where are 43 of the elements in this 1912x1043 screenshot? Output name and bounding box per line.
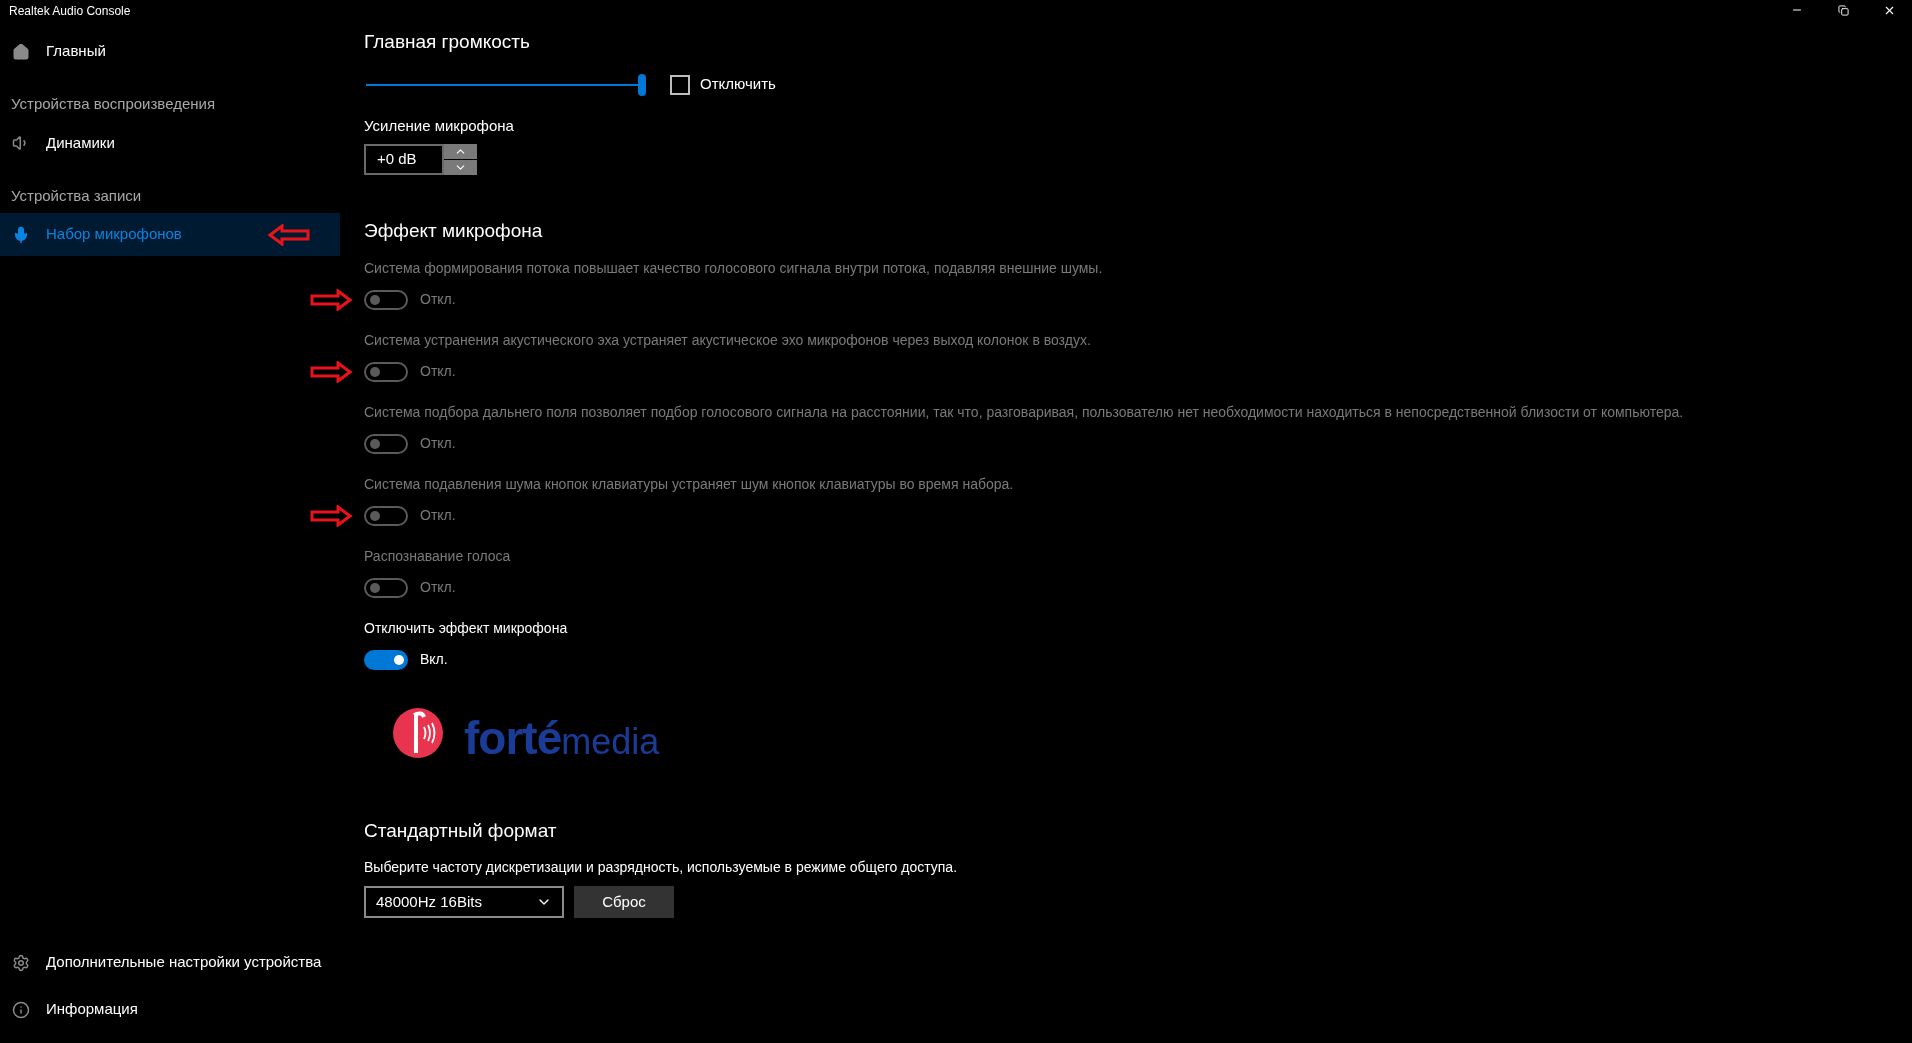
effect-description: Распознавание голоса <box>364 546 512 566</box>
toggle-state-label: Откл. <box>420 434 456 453</box>
info-icon <box>12 1000 30 1019</box>
effect-description: Отключить эффект микрофона <box>364 618 569 638</box>
section-title: Стандартный формат <box>364 818 558 843</box>
arrow-icon <box>310 360 352 383</box>
effect-description: Система формирования потока повышает качество голосового сигнала внутри потока, подавляя внешние шумы. <box>364 258 1104 278</box>
arrow-icon <box>310 504 352 527</box>
microphone-icon <box>12 225 30 244</box>
company-logo: fortémedia <box>392 700 1912 761</box>
sidebar-item[interactable]: Главный <box>0 30 340 73</box>
window-title: Realtek Audio Console <box>8 3 132 20</box>
settings-icon <box>12 953 30 972</box>
effect-description: Система подавления шума кнопок клавиатуры устраняет шум кнопок клавиатуры во время набора. <box>364 474 1015 494</box>
increment-button[interactable] <box>444 144 477 159</box>
arrow-icon <box>267 223 310 246</box>
field-label: Усиление микрофона <box>364 115 515 136</box>
effect-description: Система подбора дальнего поля позволяет подбор голосового сигнала на расстоянии, так что, разговаривая, пользователю нет необходимости находиться в непосредственной близости от компьютера. <box>364 402 1685 422</box>
home-icon <box>12 42 30 61</box>
section-header: Устройства воспроизведения <box>10 94 217 114</box>
effect-description: Система устранения акустического эха устраняет акустическое эхо микрофонов через выход колонок в воздух. <box>364 330 1092 350</box>
toggle-state-label: Откл. <box>420 290 456 309</box>
boost-field[interactable]: +0 dB <box>364 144 444 175</box>
reset-button[interactable]: Сброс <box>574 886 674 918</box>
sidebar-item[interactable]: Информация <box>0 986 340 1033</box>
arrow-icon <box>310 288 352 311</box>
toggle-state-label: Откл. <box>420 578 456 597</box>
sidebar-item[interactable]: Динамики <box>0 121 340 165</box>
format-dropdown[interactable]: 48000Hz 16Bits <box>364 886 564 918</box>
checkbox-label: Отключить <box>700 74 776 95</box>
toggle-switch[interactable] <box>364 649 408 670</box>
section-header: Устройства записи <box>10 185 143 206</box>
toggle-state-label: Вкл. <box>420 650 448 669</box>
sidebar-item[interactable]: Набор микрофонов <box>0 213 340 256</box>
toggle-state-label: Откл. <box>420 506 456 525</box>
sidebar-item[interactable]: Дополнительные настройки устройства <box>0 939 340 986</box>
format-description: Выберите частоту дискретизации и разрядность, используемые в режиме общего доступа. <box>364 858 959 877</box>
toggle-state-label: Откл. <box>420 362 456 381</box>
restore-icon <box>1837 4 1849 16</box>
section-title: Главная громкость <box>364 30 531 54</box>
mute-checkbox[interactable] <box>670 74 690 95</box>
section-title: Эффект микрофона <box>364 219 544 243</box>
decrement-button[interactable] <box>444 160 477 175</box>
